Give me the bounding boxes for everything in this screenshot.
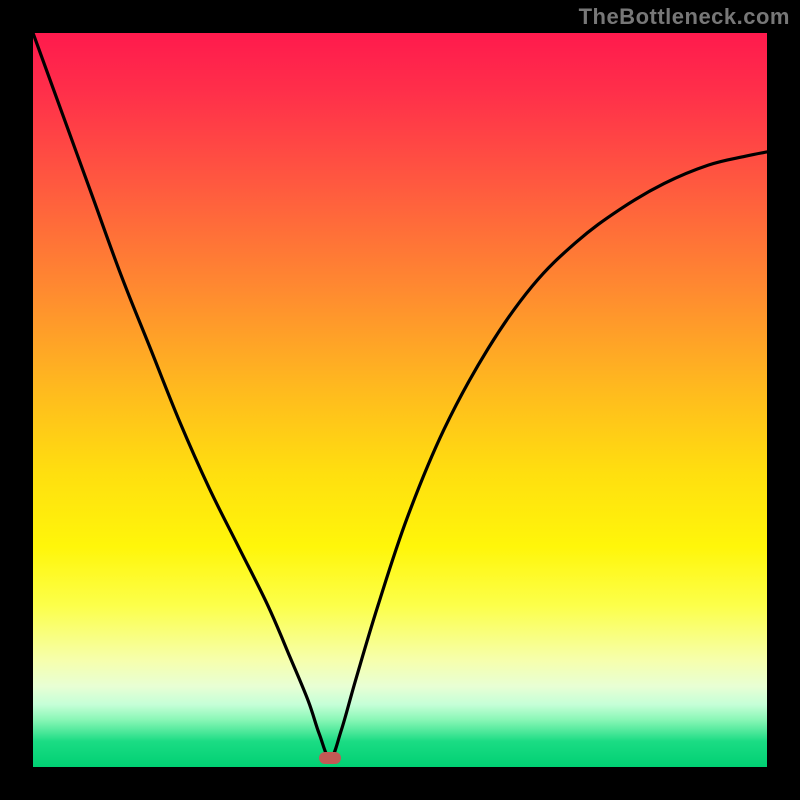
plot-area bbox=[33, 33, 767, 767]
bottleneck-curve-path bbox=[33, 33, 767, 758]
watermark-text: TheBottleneck.com bbox=[579, 4, 790, 30]
optimum-marker bbox=[319, 752, 341, 764]
chart-frame: TheBottleneck.com bbox=[0, 0, 800, 800]
bottleneck-curve bbox=[33, 33, 767, 767]
